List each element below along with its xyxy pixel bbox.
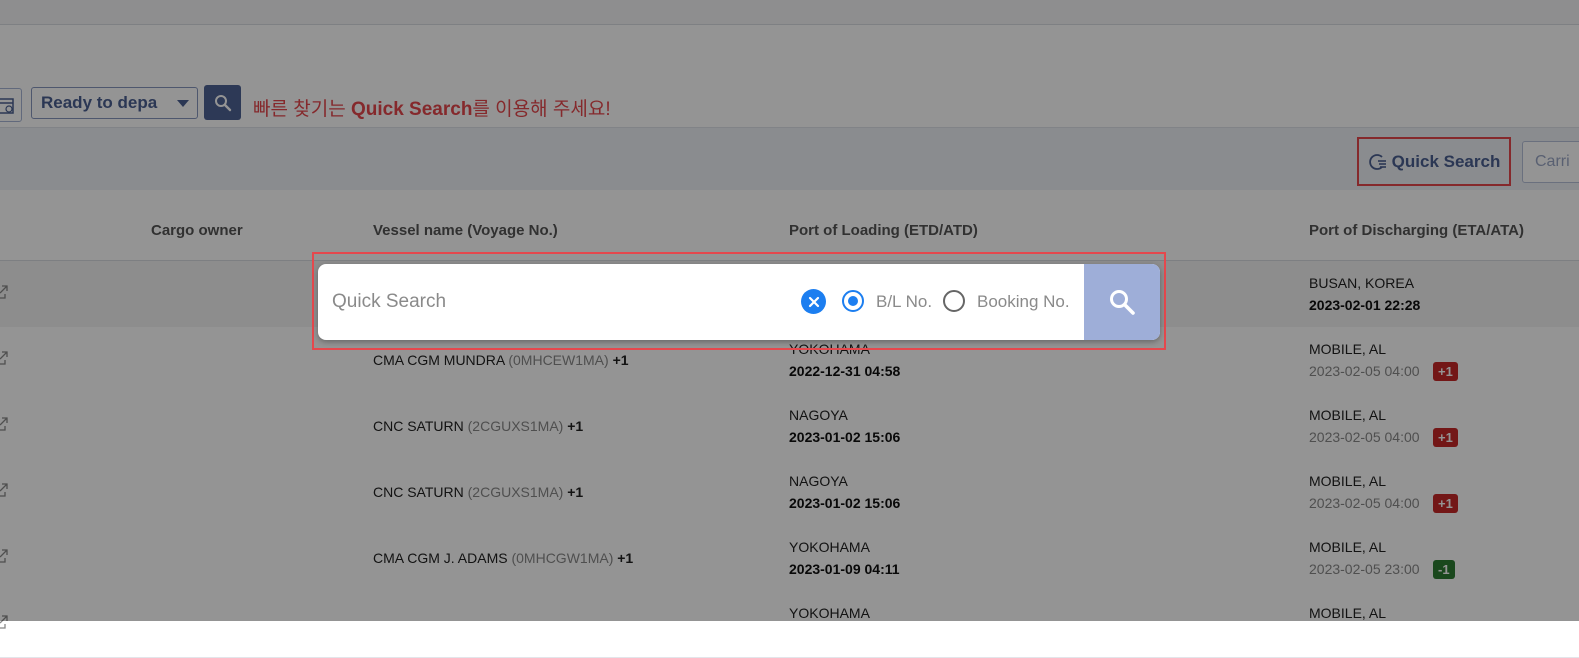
clear-button[interactable] xyxy=(801,289,826,314)
radio-bl-no-label[interactable]: B/L No. xyxy=(876,292,932,312)
radio-booking-no-label[interactable]: Booking No. xyxy=(977,292,1070,312)
radio-booking-no[interactable] xyxy=(943,290,965,312)
close-icon xyxy=(808,296,819,307)
radio-bl-no[interactable] xyxy=(842,290,864,312)
quick-search-input[interactable] xyxy=(318,264,788,340)
quick-search-submit-button[interactable] xyxy=(1084,264,1160,340)
search-icon xyxy=(1110,290,1135,315)
quick-search-modal: B/L No. Booking No. xyxy=(318,264,1160,340)
